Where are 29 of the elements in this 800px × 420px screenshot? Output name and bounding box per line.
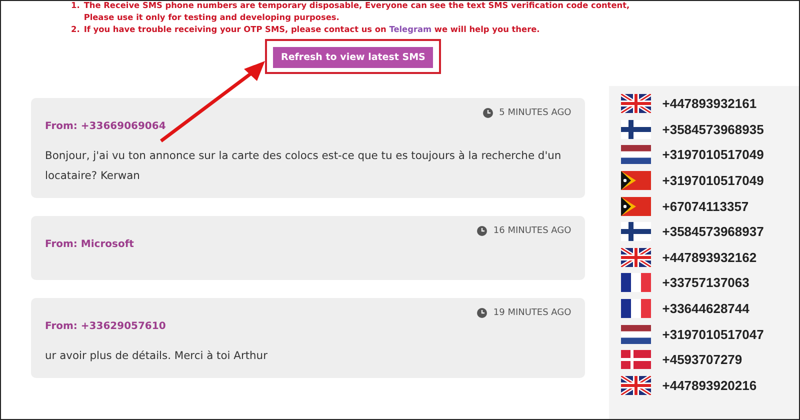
sender: From: Microsoft <box>45 239 135 250</box>
timestamp: 19 MINUTES AGO <box>493 308 572 318</box>
telegram-link[interactable]: Telegram <box>389 24 432 34</box>
clock-icon <box>483 108 494 118</box>
phone-number-link[interactable]: +3584573968935 <box>662 122 764 137</box>
message-text: ur avoir plus de détails. Merci à toi Arthur <box>45 348 268 364</box>
timestamp: 5 MINUTES AGO <box>499 108 572 118</box>
phone-number-link[interactable]: +67074113357 <box>662 198 749 214</box>
phone-number-link[interactable]: +447893920216 <box>662 378 757 393</box>
refresh-button[interactable]: Refresh to view latest SMS <box>273 47 434 68</box>
phone-number-link[interactable]: +3197010517049 <box>662 173 764 188</box>
phone-number-link[interactable]: +33757137063 <box>662 275 750 290</box>
sender: From: +33669069064 <box>45 121 167 132</box>
list-number: 1. <box>71 1 80 12</box>
clock-icon <box>477 226 488 236</box>
phone-number-link[interactable]: +33644628744 <box>662 301 750 316</box>
list-number: 2. <box>71 23 80 35</box>
phone-number-link[interactable]: +3584573968937 <box>662 224 764 240</box>
phone-number-link[interactable]: +447893932161 <box>662 96 757 112</box>
clock-icon <box>477 308 488 318</box>
timestamp: 16 MINUTES AGO <box>493 226 572 236</box>
message-text: Bonjour, j'ai vu ton annonce sur la carte des colocs est-ce que tu es toujours à la recherche d'un locataire? Kerwan <box>45 148 562 184</box>
phone-number-link[interactable]: +3197010517047 <box>662 326 764 342</box>
notice-text: The Receive SMS phone numbers are temporary disposable, Everyone can see the text SMS verification code content, Please use it only for testing and developing purposes. <box>84 1 631 23</box>
phone-number-link[interactable]: +447893932162 <box>662 250 757 265</box>
notice-text: If you have trouble receiving your OTP SMS, please contact us on Telegram we will help you there. <box>84 23 540 35</box>
phone-number-link[interactable]: +3197010517049 <box>662 147 764 162</box>
sender: From: +33629057610 <box>45 321 167 332</box>
phone-number-link[interactable]: +4593707279 <box>662 352 742 368</box>
